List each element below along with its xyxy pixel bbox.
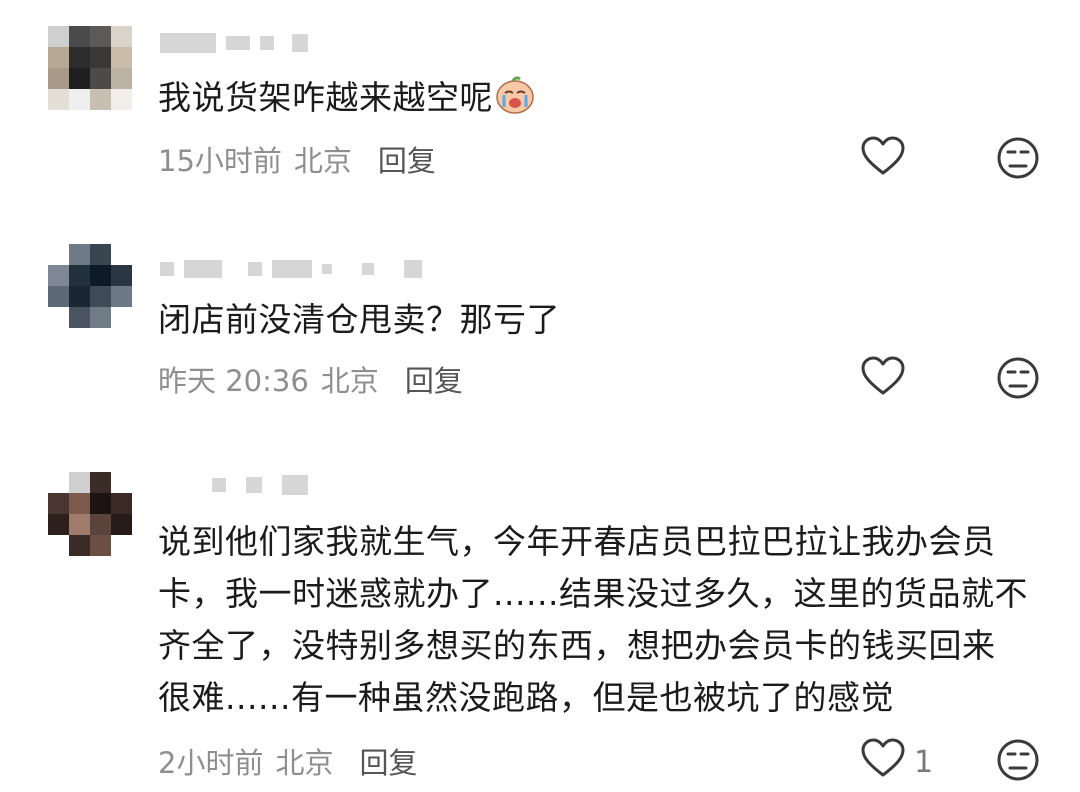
like-count: 1 <box>914 744 934 780</box>
comment-text: 闭店前没清仓甩卖？那亏了 <box>158 300 560 339</box>
reply-button[interactable]: 回复 <box>378 138 436 180</box>
username-blurred[interactable] <box>160 32 308 54</box>
avatar[interactable] <box>48 244 132 328</box>
heart-outline-icon <box>860 136 906 184</box>
username-blurred[interactable] <box>160 258 422 280</box>
comment-location: 北京 <box>293 144 352 178</box>
comment-time: 15小时前 <box>158 144 282 178</box>
like-button[interactable] <box>860 356 914 404</box>
heart-outline-icon <box>860 738 906 786</box>
username-blurred[interactable] <box>160 474 308 496</box>
comment-meta: 15小时前 北京 回复 <box>158 138 436 180</box>
comment-location: 北京 <box>275 746 334 780</box>
reply-button[interactable]: 回复 <box>359 740 417 782</box>
neutral-face-icon <box>996 357 1040 404</box>
dislike-button[interactable] <box>996 136 1040 184</box>
comment-meta: 昨天 20:36 北京 回复 <box>158 358 463 400</box>
comment-text: 我说货架咋越来越空呢 <box>158 72 1038 130</box>
comment-location: 北京 <box>320 364 379 398</box>
comment-time: 2小时前 <box>158 746 264 780</box>
neutral-face-icon <box>996 137 1040 184</box>
avatar[interactable] <box>48 472 132 556</box>
comment-text: 说到他们家我就生气，今年开春店员巴拉巴拉让我办会员 卡，我一时迷惑就办了....… <box>158 522 1028 717</box>
crying-emoji-icon <box>493 75 537 130</box>
reply-button[interactable]: 回复 <box>405 358 463 400</box>
comment-time: 昨天 20:36 <box>158 364 309 398</box>
dislike-button[interactable] <box>996 356 1040 404</box>
avatar[interactable] <box>48 26 132 110</box>
like-button[interactable] <box>860 136 914 184</box>
comment-meta: 2小时前 北京 回复 <box>158 740 417 782</box>
heart-outline-icon <box>860 356 906 404</box>
dislike-button[interactable] <box>996 738 1040 786</box>
neutral-face-icon <box>996 739 1040 786</box>
like-button[interactable]: 1 <box>860 738 933 786</box>
